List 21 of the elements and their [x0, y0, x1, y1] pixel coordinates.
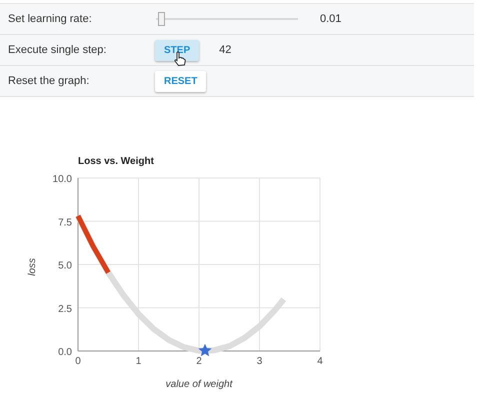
- star-marker: [198, 344, 212, 356]
- value-readout: 0.01: [320, 13, 342, 25]
- action-button[interactable]: RESET: [155, 70, 206, 92]
- x-tick-label: 4: [317, 356, 323, 367]
- control-label: Execute single step:: [7, 44, 108, 56]
- y-tick-label: 2.5: [58, 304, 72, 315]
- control-label: Set learning rate:: [7, 13, 93, 25]
- y-tick-label: 7.5: [58, 217, 72, 228]
- chart-title: Loss vs. Weight: [78, 156, 154, 167]
- y-tick-label: 5.0: [58, 260, 72, 272]
- y-tick-label: 10.0: [52, 174, 72, 185]
- y-tick-label: 0.0: [58, 347, 72, 358]
- value-readout: 42: [219, 44, 232, 56]
- control-label: Reset the graph:: [7, 75, 90, 87]
- slider-thumb[interactable]: [158, 12, 165, 26]
- x-tick-label: 0: [75, 356, 81, 367]
- x-axis-title: value of weight: [166, 379, 232, 390]
- x-tick-label: 2: [196, 356, 202, 367]
- x-tick-label: 1: [136, 356, 142, 367]
- x-tick-label: 3: [256, 356, 262, 367]
- y-axis-title: loss: [27, 258, 38, 276]
